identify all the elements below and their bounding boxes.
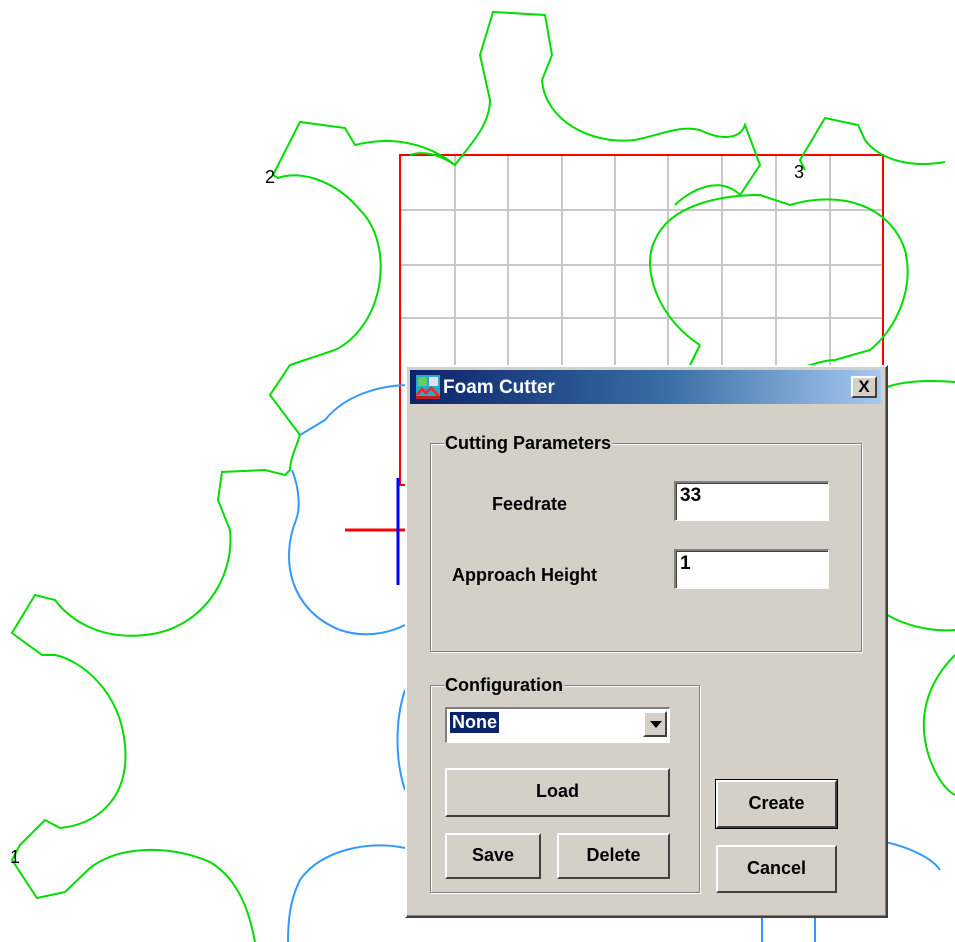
feedrate-field[interactable]: 33 <box>674 481 829 521</box>
configuration-legend: Configuration <box>444 675 564 696</box>
cancel-button[interactable]: Cancel <box>716 845 837 893</box>
cutting-parameters-group <box>430 443 862 652</box>
close-button[interactable]: X <box>851 376 877 398</box>
delete-button-label: Delete <box>586 845 641 865</box>
close-icon: X <box>858 377 870 396</box>
approach-height-label: Approach Height <box>452 565 598 585</box>
dialog-titlebar[interactable]: Foam Cutter X <box>410 370 881 404</box>
dialog-title: Foam Cutter <box>443 377 555 398</box>
save-button[interactable]: Save <box>445 833 541 879</box>
configuration-selected-value: None <box>450 712 499 733</box>
point-label-2: 2 <box>265 167 276 187</box>
cutting-parameters-legend: Cutting Parameters <box>444 433 613 454</box>
point-label-1: 1 <box>10 847 21 867</box>
save-button-label: Save <box>471 845 515 865</box>
point-label-3: 3 <box>794 162 805 182</box>
create-button-label: Create <box>748 793 805 813</box>
cancel-button-label: Cancel <box>746 858 807 878</box>
feedrate-label: Feedrate <box>492 494 568 514</box>
load-button-label: Load <box>536 781 579 801</box>
approach-height-field[interactable]: 1 <box>674 549 829 589</box>
load-button[interactable]: Load <box>445 768 670 817</box>
foam-cutter-dialog: Foam Cutter X Cutting Parameters Feedrat… <box>405 365 888 918</box>
delete-button[interactable]: Delete <box>557 833 670 879</box>
chevron-down-icon[interactable] <box>643 711 667 737</box>
create-button[interactable]: Create <box>715 779 838 829</box>
foam-cutter-app-icon <box>416 375 440 399</box>
configuration-select[interactable]: None <box>445 707 670 743</box>
